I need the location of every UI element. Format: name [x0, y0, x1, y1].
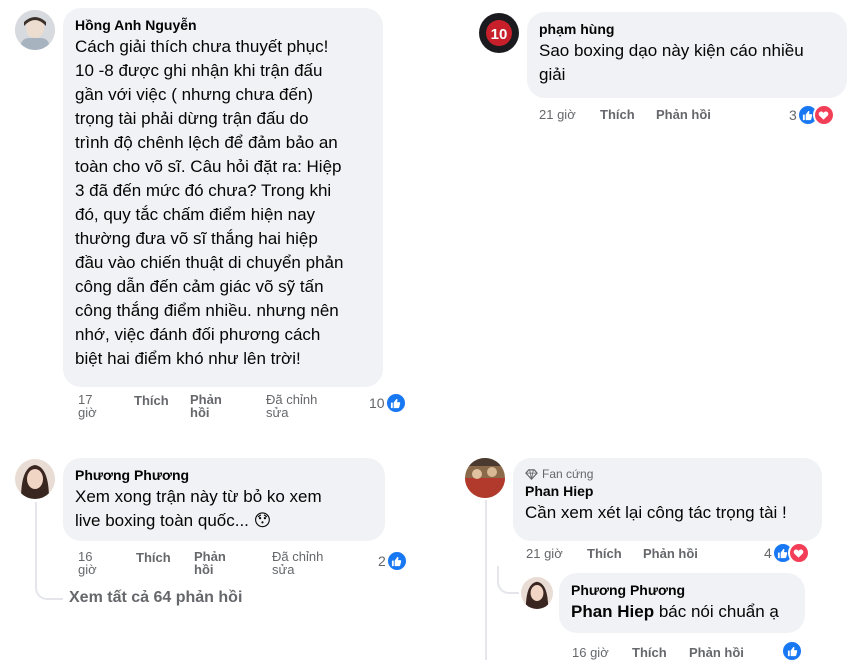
reply-button[interactable]: Phản hồi: [190, 393, 222, 419]
edited-label[interactable]: Đã chỉnh sửa: [272, 550, 323, 576]
comment-author[interactable]: Phương Phương: [75, 466, 373, 485]
thumbs-up-icon: [384, 392, 407, 414]
diamond-icon: [525, 468, 538, 480]
comment-author[interactable]: Phương Phương: [571, 581, 793, 600]
comment-bubble: Fan cứng Phan Hiep Cần xem xét lại công …: [513, 458, 822, 541]
heart-icon: [787, 542, 810, 564]
avatar-photo-icon: [15, 10, 55, 50]
see-all-replies-link[interactable]: Xem tất cả 64 phản hồi: [69, 589, 242, 607]
thread-line: [497, 566, 519, 594]
reply-button[interactable]: Phản hồi: [656, 107, 711, 122]
comment-line: công thắng điểm nhiều. nhưng nên: [75, 301, 339, 320]
comment-line: live boxing toàn quốc... 😯: [75, 511, 272, 530]
like-button[interactable]: Thích: [632, 645, 667, 660]
comment-line: công dẫn đến cảm giác võ sỹ tấn: [75, 277, 324, 296]
like-button[interactable]: Thích: [600, 107, 635, 122]
reaction-button[interactable]: [781, 640, 803, 662]
comment-author[interactable]: Phan Hiep: [525, 482, 810, 501]
comment-bubble: Hồng Anh Nguyễn Cách giải thích chưa thu…: [63, 8, 383, 387]
reaction-number: 4: [764, 545, 772, 561]
reaction-number: 2: [378, 553, 386, 569]
reply-button[interactable]: Phản hồi: [643, 546, 698, 561]
reply-button[interactable]: Phản hồi: [194, 550, 226, 576]
comment-line: biệt hai điểm khó như lên trời!: [75, 349, 301, 368]
comment-bubble: Phương Phương Xem xong trận này từ bỏ ko…: [63, 458, 385, 541]
thread-line: [35, 502, 63, 600]
avatar-photo-icon: [465, 458, 505, 498]
reaction-count[interactable]: 4: [764, 542, 810, 564]
comment-line: trọng tài phải dừng trận đấu do: [75, 109, 309, 128]
avatar-photo-icon: 10: [479, 13, 519, 53]
thread-line: [485, 500, 487, 660]
comment-line: đầu vào chiến thuật di chuyển phản: [75, 253, 344, 272]
comment-line: Cách giải thích chưa thuyết phục!: [75, 37, 329, 56]
svg-text:10: 10: [491, 26, 508, 43]
like-button[interactable]: Thích: [134, 393, 169, 408]
reaction-number: 3: [789, 107, 797, 123]
comment-bubble: phạm hùng Sao boxing dạo này kiện cáo nh…: [527, 12, 847, 98]
badge-label: Fan cứng: [542, 467, 594, 481]
like-button[interactable]: Thích: [136, 550, 171, 565]
avatar[interactable]: [521, 577, 553, 609]
reaction-number: 10: [369, 395, 385, 411]
timestamp[interactable]: 16 giờ: [78, 550, 97, 576]
reaction-count[interactable]: 2: [378, 550, 408, 572]
comment-line: gần với việc ( nhưng chưa đến): [75, 85, 314, 104]
like-button[interactable]: Thích: [587, 546, 622, 561]
top-fan-badge: Fan cứng: [525, 466, 810, 482]
avatar[interactable]: [15, 10, 55, 50]
comment-author[interactable]: phạm hùng: [539, 20, 835, 39]
comment-line: giải: [539, 65, 566, 84]
comment-line: 3 đã đến mức đó chưa? Trong khi: [75, 181, 332, 200]
mention-link[interactable]: Phan Hiep: [571, 602, 654, 621]
heart-icon: [812, 104, 835, 126]
comment-line: 10 -8 được ghi nhận khi trận đấu: [75, 61, 323, 80]
comment-text: Cần xem xét lại công tác trọng tài !: [525, 503, 787, 522]
reaction-count[interactable]: 10: [369, 392, 407, 414]
avatar[interactable]: 10: [479, 13, 519, 53]
emoji: 😯: [253, 511, 272, 530]
timestamp[interactable]: 16 giờ: [572, 645, 609, 660]
comment-author[interactable]: Hồng Anh Nguyễn: [75, 16, 371, 35]
reply-text: Phan Hiep bác nói chuẩn ạ: [571, 602, 779, 621]
avatar[interactable]: [15, 459, 55, 499]
avatar-photo-icon: [15, 459, 55, 499]
comment-line: nhớ, việc đánh đối phương cách: [75, 325, 321, 344]
edited-label[interactable]: Đã chỉnh sửa: [266, 393, 317, 419]
reaction-count[interactable]: 3: [789, 104, 835, 126]
avatar-photo-icon: [521, 577, 553, 609]
comment-line: toàn cho võ sĩ. Câu hỏi đặt ra: Hiệp: [75, 157, 342, 176]
comment-line: Xem xong trận này từ bỏ ko xem: [75, 487, 322, 506]
reply-button[interactable]: Phản hồi: [689, 645, 744, 660]
comment-line: Sao boxing dạo này kiện cáo nhiều: [539, 41, 804, 60]
comment-line: đó, quy tắc chấm điểm hiện nay: [75, 205, 316, 224]
timestamp[interactable]: 21 giờ: [539, 107, 576, 122]
reply-bubble: Phương Phương Phan Hiep bác nói chuẩn ạ: [559, 573, 805, 633]
avatar[interactable]: [465, 458, 505, 498]
thumbs-up-icon: [385, 550, 408, 572]
timestamp[interactable]: 21 giờ: [526, 546, 563, 561]
comment-line: thường đưa võ sĩ thắng hai hiệp: [75, 229, 318, 248]
thumbs-up-icon: [781, 640, 803, 662]
comment-line: trình độ chênh lệch để đảm bảo an: [75, 133, 338, 152]
timestamp[interactable]: 17 giờ: [78, 393, 97, 419]
